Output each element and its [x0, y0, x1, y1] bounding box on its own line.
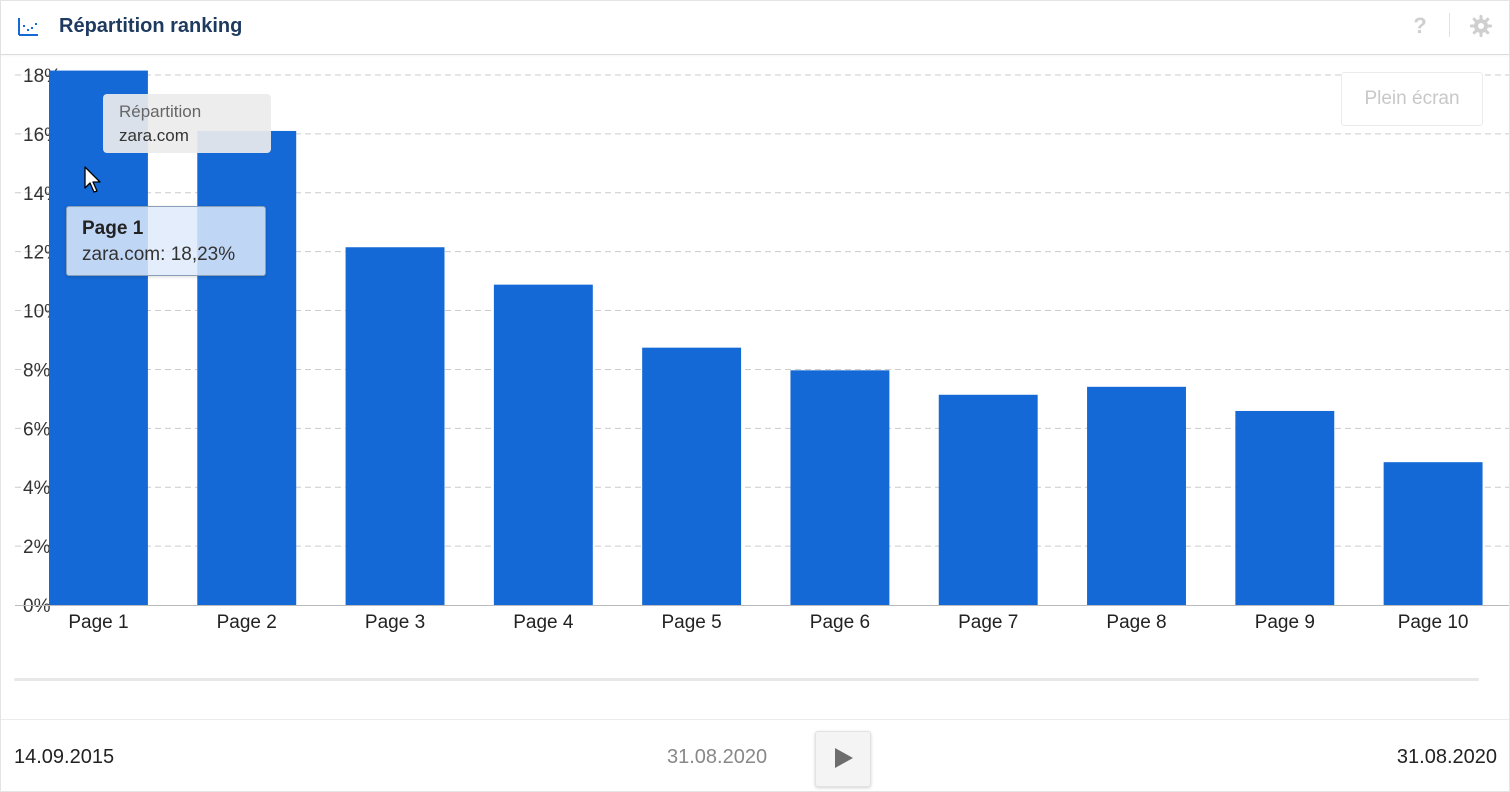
- x-tick-label: Page 2: [217, 612, 277, 633]
- x-tick-label: Page 10: [1398, 612, 1469, 633]
- bar-3[interactable]: [345, 247, 445, 605]
- x-tick-label: Page 9: [1255, 612, 1315, 633]
- legend-series-zara[interactable]: zara.com: [119, 126, 189, 146]
- ranking-distribution-widget: Répartition ranking ? 0% 2% 4% 6% 8% 10% 12% 14…: [0, 0, 1510, 792]
- bar-7[interactable]: [938, 394, 1038, 605]
- y-tick-label: 0%: [23, 596, 51, 617]
- bar-2[interactable]: [197, 130, 297, 605]
- y-tick-label: 6%: [23, 419, 51, 440]
- fullscreen-button[interactable]: Plein écran: [1341, 72, 1483, 126]
- y-tick-label: 2%: [23, 537, 51, 558]
- chart-legend[interactable]: Répartition zara.com: [103, 94, 271, 153]
- timeline-start-date: 14.09.2015: [14, 746, 115, 768]
- x-tick-label: Page 8: [1106, 612, 1166, 633]
- legend-title: Répartition: [119, 102, 202, 121]
- timeline-scrollbar[interactable]: [14, 678, 1479, 681]
- bar-6[interactable]: [790, 370, 890, 605]
- x-tick-label: Page 6: [810, 612, 870, 633]
- x-tick-label: Page 3: [365, 612, 425, 633]
- play-icon: [835, 748, 853, 768]
- widget-header: Répartition ranking ?: [1, 1, 1509, 55]
- timeline-end-date: 31.08.2020: [1396, 746, 1497, 768]
- bar-9[interactable]: [1235, 410, 1335, 605]
- widget-title: Répartition ranking: [59, 15, 243, 37]
- tooltip-value: zara.com: 18,23%: [82, 244, 236, 265]
- x-tick-label: Page 1: [68, 612, 128, 633]
- x-tick-label: Page 5: [662, 612, 722, 633]
- bar-5[interactable]: [642, 347, 742, 605]
- bar-4[interactable]: [493, 284, 593, 605]
- x-tick-label: Page 7: [958, 612, 1018, 633]
- timeline-footer: 14.09.2015 31.08.2020 31.08.2020: [1, 719, 1509, 792]
- bar-8[interactable]: [1087, 386, 1186, 605]
- help-icon[interactable]: ?: [1410, 12, 1430, 40]
- y-tick-label: 8%: [23, 360, 51, 381]
- tooltip-title: Page 1: [82, 218, 144, 239]
- gear-icon[interactable]: [1469, 14, 1493, 38]
- x-tick-label: Page 4: [513, 612, 574, 633]
- play-button[interactable]: [815, 731, 871, 787]
- bar-chart-icon: [18, 18, 38, 36]
- bar-10[interactable]: [1383, 462, 1483, 605]
- timeline-current-date: 31.08.2020: [667, 746, 768, 768]
- header-divider: [1449, 13, 1450, 37]
- y-tick-label: 4%: [23, 478, 51, 499]
- mouse-cursor-icon: [84, 166, 101, 193]
- chart-tooltip: Page 1 zara.com: 18,23%: [66, 206, 266, 276]
